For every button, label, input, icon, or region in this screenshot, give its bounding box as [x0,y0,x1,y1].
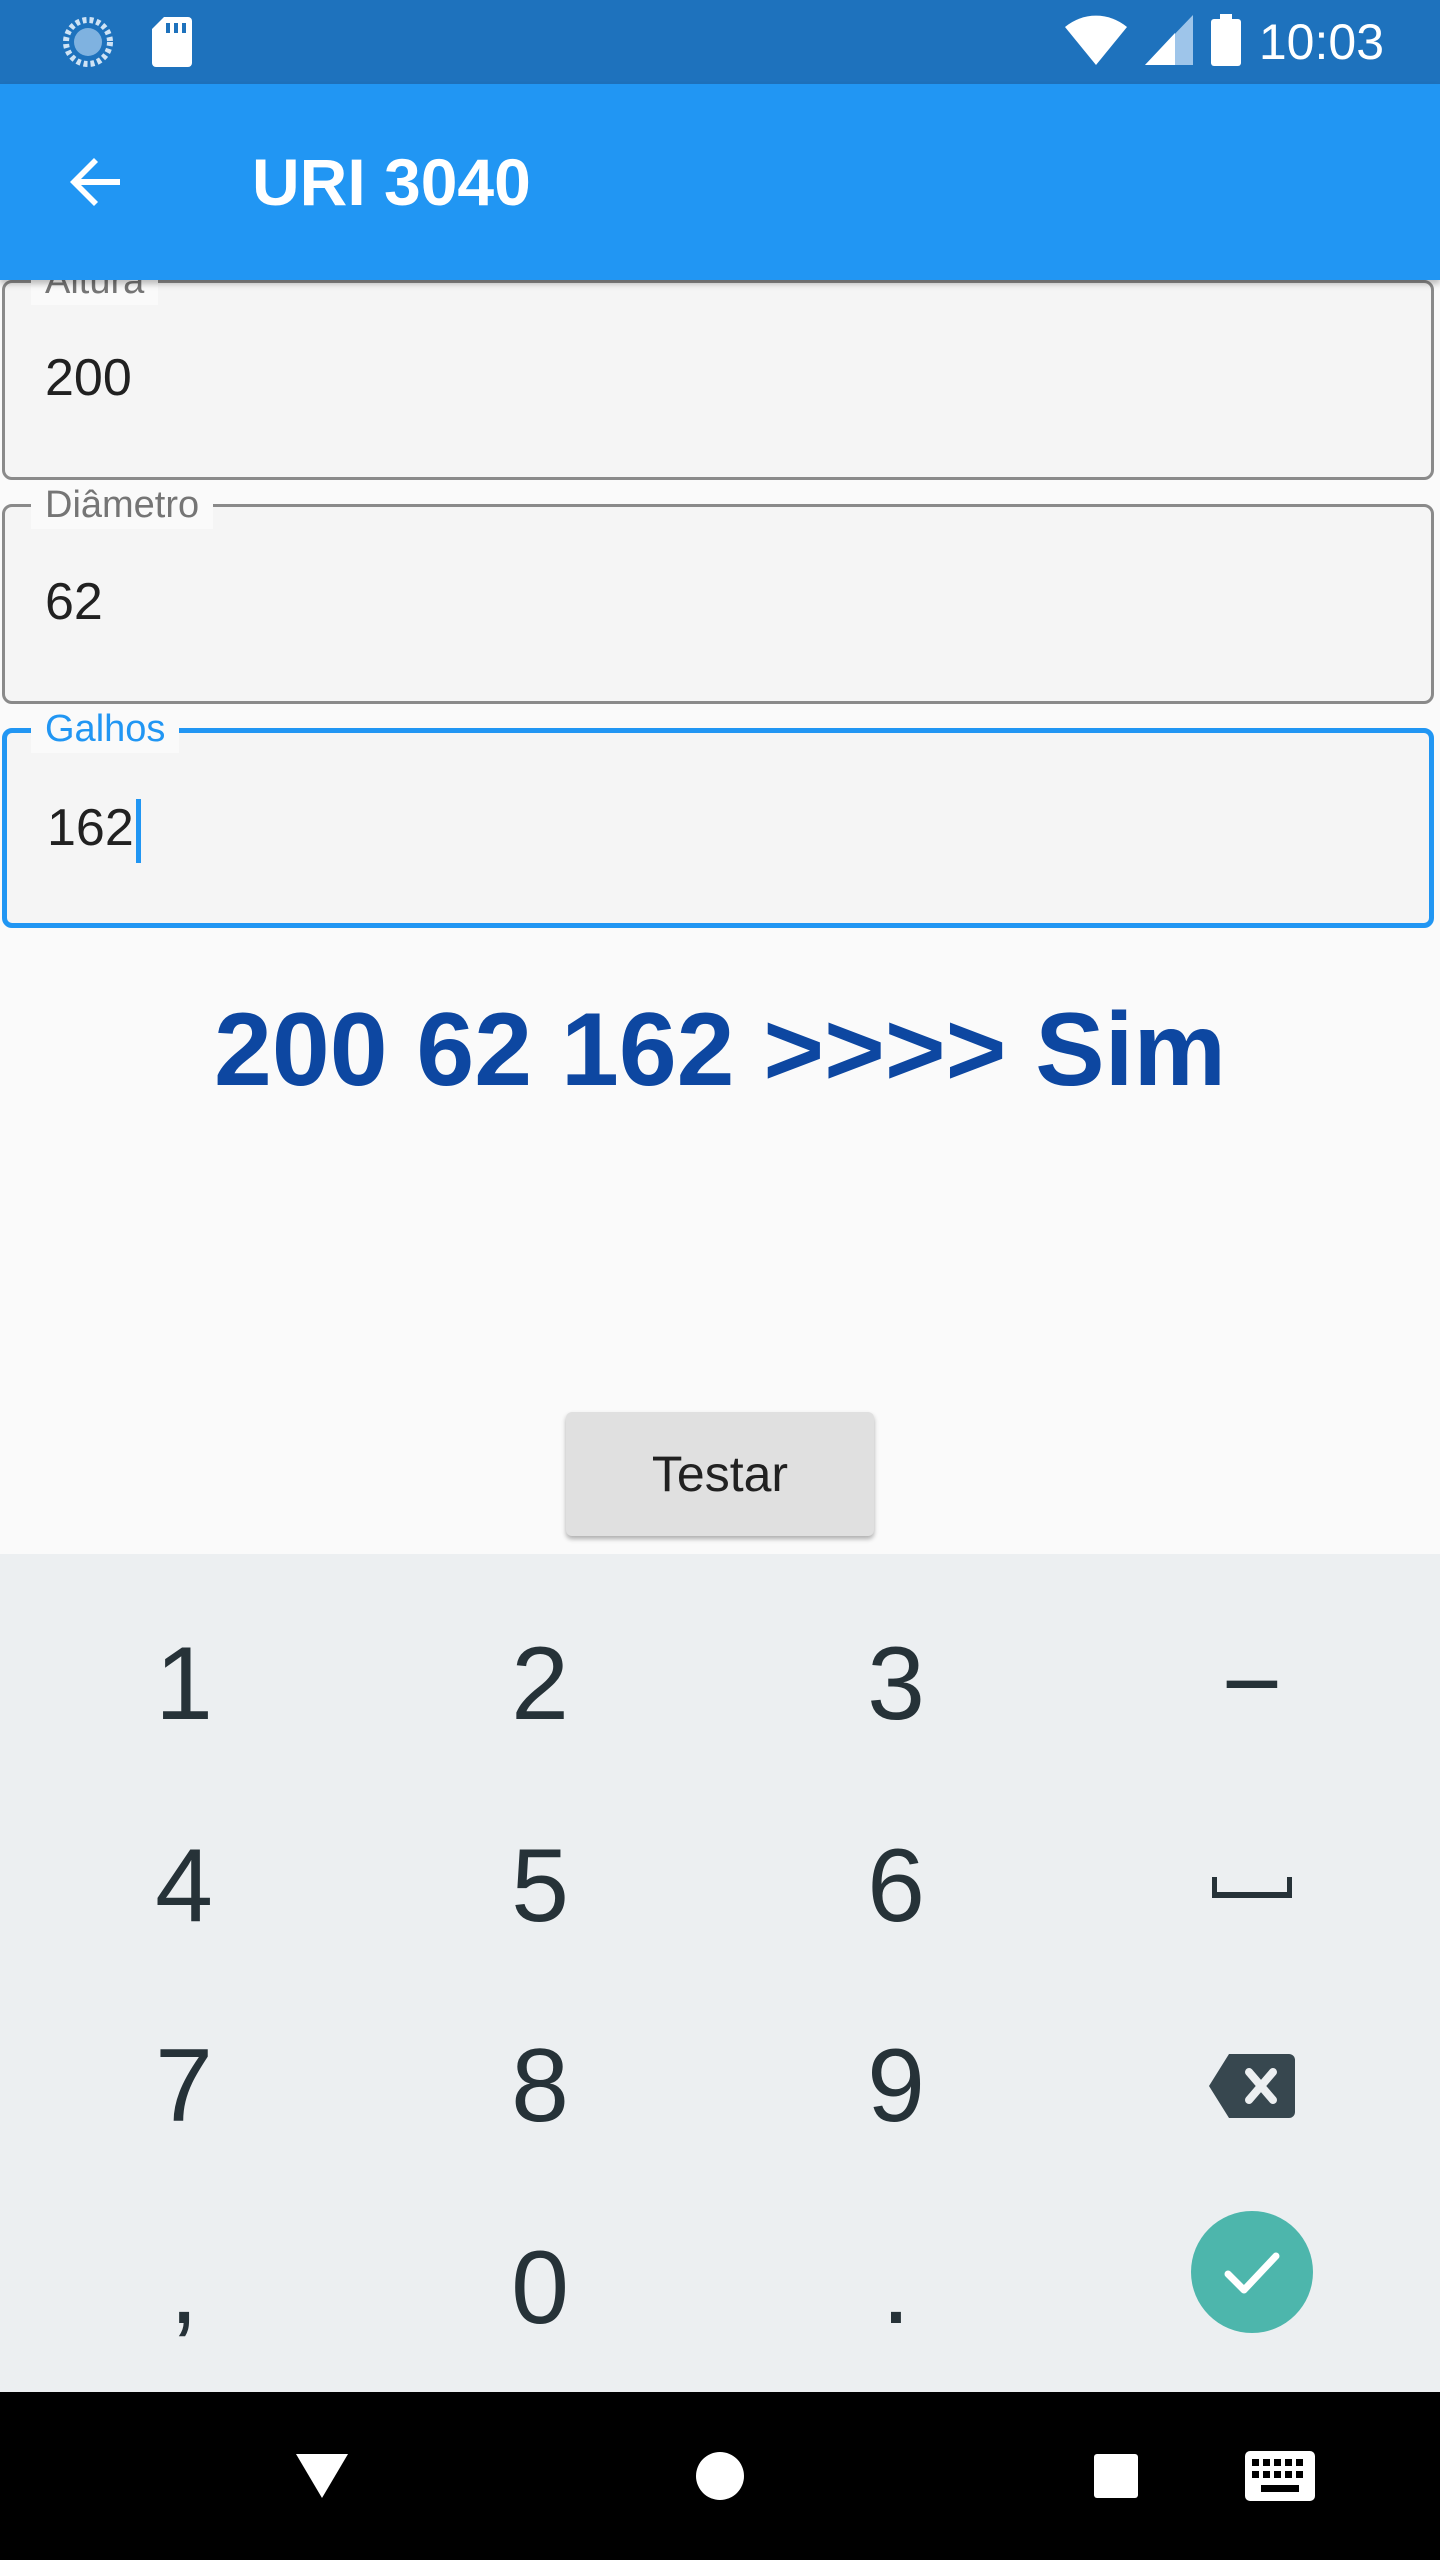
galhos-value: 162 [47,799,134,857]
key-minus[interactable]: − [1102,1584,1402,1784]
key-3[interactable]: 3 [746,1584,1046,1784]
keyboard-icon [1245,2451,1315,2501]
home-circle-icon [696,2452,744,2500]
battery-icon [1210,13,1241,71]
numeric-keyboard: 1 2 3 − 4 5 6 7 8 9 , 0 . [0,1554,1440,2392]
check-icon [1224,2252,1280,2294]
key-1[interactable]: 1 [34,1584,334,1784]
altura-value: 200 [45,349,132,407]
enter-button [1191,2211,1313,2333]
nav-recents-button[interactable] [1076,2436,1156,2516]
key-backspace[interactable] [1102,1986,1402,2186]
diametro-field[interactable]: Diâmetro 62 [2,481,1434,704]
key-4[interactable]: 4 [34,1786,334,1986]
key-8[interactable]: 8 [390,1986,690,2186]
page-title: URI 3040 [252,145,531,219]
signal-icon [1144,14,1193,70]
text-cursor [135,799,141,864]
galhos-label: Galhos [31,705,180,753]
status-time: 10:03 [1258,14,1384,70]
key-7[interactable]: 7 [34,1986,334,2186]
status-bar: 10:03 [0,0,1440,84]
result-text: 200 62 162 >>>> Sim [214,992,1226,1108]
test-button[interactable]: Testar [566,1412,874,1536]
nav-back-button[interactable] [282,2436,362,2516]
key-5[interactable]: 5 [390,1786,690,1986]
back-button[interactable] [56,142,136,222]
galhos-value-wrap: 162 [47,793,141,864]
space-icon [1212,1877,1292,1898]
navigation-bar [0,2392,1440,2560]
nav-keyboard-button[interactable] [1240,2436,1320,2516]
diametro-label: Diâmetro [31,481,214,529]
key-period[interactable]: . [746,2188,1046,2388]
backspace-icon [1209,2054,1295,2118]
diametro-value: 62 [45,573,103,631]
key-enter[interactable] [1102,2172,1402,2372]
app-bar: URI 3040 [0,84,1440,280]
key-6[interactable]: 6 [746,1786,1046,1986]
back-triangle-icon [296,2454,348,2498]
altura-field[interactable]: Altura 200 [2,257,1434,480]
key-9[interactable]: 9 [746,1986,1046,2186]
sd-card-icon [152,17,192,72]
sync-icon [62,16,114,73]
key-comma[interactable]: , [34,2188,334,2388]
key-space[interactable] [1102,1786,1402,1986]
galhos-field[interactable]: Galhos 162 [2,705,1434,928]
arrow-back-icon [70,158,120,206]
wifi-icon [1064,15,1127,70]
key-0[interactable]: 0 [390,2188,690,2388]
nav-home-button[interactable] [680,2436,760,2516]
key-2[interactable]: 2 [390,1584,690,1784]
recents-square-icon [1094,2454,1138,2498]
